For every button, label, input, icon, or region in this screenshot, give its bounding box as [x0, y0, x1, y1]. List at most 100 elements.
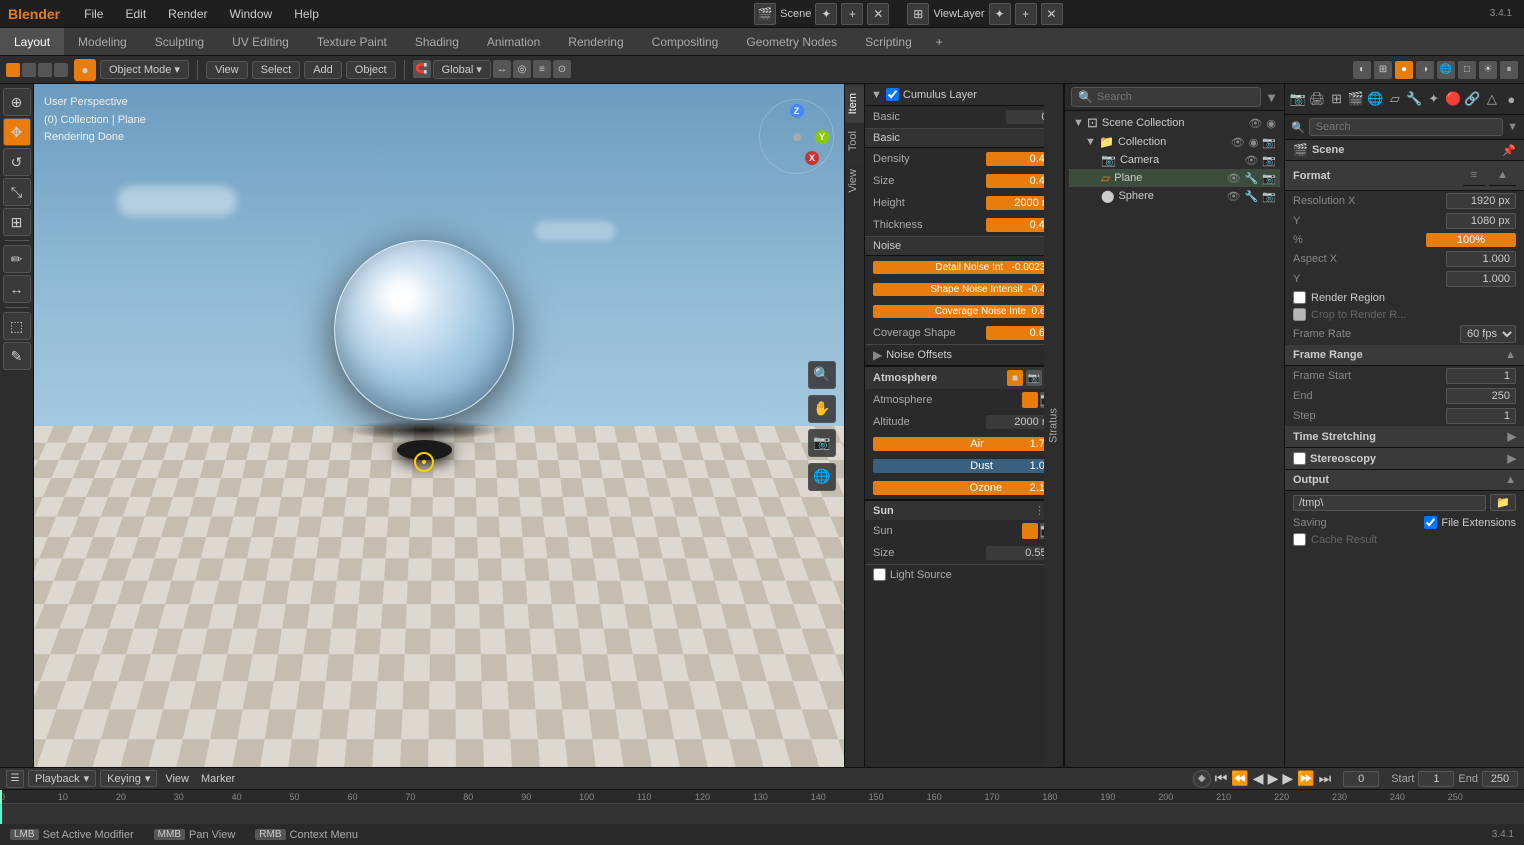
view-layer-btn[interactable]: ⊞ [907, 3, 929, 25]
plane-render[interactable]: 📷 [1262, 172, 1276, 185]
detail-noise-value[interactable]: Detail Noise Int -0.00238 [873, 261, 1056, 274]
material-props-icon[interactable]: ● [1503, 86, 1520, 112]
camera-render[interactable]: 📷 [1262, 154, 1276, 167]
next-frame-btn[interactable]: ⏩ [1297, 770, 1314, 787]
world-view-btn[interactable]: 🌐 [808, 463, 836, 491]
shading-solid-btn[interactable]: ● [1395, 61, 1413, 79]
next-keyframe-btn[interactable]: ▶ [1282, 770, 1293, 787]
zoom-in-btn[interactable]: 🔍 [808, 361, 836, 389]
overlay-icon[interactable]: ⊙ [553, 60, 571, 78]
stereoscopy-header[interactable]: Stereoscopy ▶ [1285, 448, 1524, 470]
plane-modifier[interactable]: 🔧 [1245, 172, 1259, 185]
constraints-props-icon[interactable]: 🔗 [1464, 86, 1481, 112]
collection-select[interactable]: ◉ [1249, 136, 1259, 149]
percentage-value[interactable]: 100% [1426, 233, 1516, 247]
atmosphere-icon-1[interactable] [1022, 392, 1038, 408]
viewport-shading-btn-3[interactable] [38, 63, 52, 77]
tab-rendering[interactable]: Rendering [554, 28, 637, 55]
cursor-tool[interactable]: ⊕ [3, 88, 31, 116]
render-pin-btn[interactable]: 📌 [1502, 144, 1516, 157]
key-icon[interactable]: ◆ [1193, 770, 1211, 788]
collection-render[interactable]: 📷 [1262, 136, 1276, 149]
output-path-browse-btn[interactable]: 📁 [1490, 494, 1516, 511]
add-menu[interactable]: Add [304, 61, 342, 79]
cumulus-layer-header[interactable]: ▼ Cumulus Layer [865, 84, 1064, 106]
object-props-icon[interactable]: ▱ [1386, 86, 1403, 112]
view-menu[interactable]: View [206, 61, 248, 79]
sphere-visibility[interactable]: 👁 [1227, 190, 1241, 203]
tab-shading[interactable]: Shading [401, 28, 473, 55]
particles-props-icon[interactable]: ✦ [1425, 86, 1442, 112]
tab-geometry-nodes[interactable]: Geometry Nodes [732, 28, 851, 55]
atmosphere-header[interactable]: Atmosphere ■ 📷 ⋮ [865, 365, 1064, 389]
measure-tool[interactable]: ↔ [3, 275, 31, 303]
frame-range-header[interactable]: Frame Range ▲ [1285, 345, 1524, 366]
scale-tool[interactable]: ⤡ [3, 178, 31, 206]
tab-scripting[interactable]: Scripting [851, 28, 926, 55]
render-region-checkbox[interactable] [1293, 291, 1306, 304]
tab-animation[interactable]: Animation [473, 28, 554, 55]
tab-layout[interactable]: Layout [0, 28, 64, 55]
view-layer-icon[interactable]: ✦ [989, 3, 1011, 25]
menu-help[interactable]: Help [286, 5, 327, 23]
viewport-overlay-btn[interactable]: ◐ [1353, 61, 1371, 79]
sun-render-icon[interactable] [1022, 523, 1038, 539]
scene-collection-select[interactable]: ◉ [1266, 117, 1276, 130]
noise-offsets-header[interactable]: ▶ Noise Offsets [865, 344, 1064, 365]
viewport-shading-btn-4[interactable] [54, 63, 68, 77]
viewport[interactable]: User Perspective (0) Collection | Plane … [34, 84, 864, 767]
timeline-view-menu[interactable]: View [161, 772, 193, 786]
collection-visibility[interactable]: 👁 [1231, 136, 1245, 149]
frame-rate-select[interactable]: 60 fps 30 fps 24 fps [1460, 325, 1516, 343]
snapping-options[interactable]: ≡ [533, 60, 551, 78]
current-frame-input[interactable] [1343, 771, 1379, 787]
end-frame-input[interactable] [1482, 771, 1518, 787]
atmosphere-camera-btn[interactable]: 📷 [1026, 370, 1042, 386]
rotate-tool[interactable]: ↺ [3, 148, 31, 176]
format-section-header[interactable]: Format ≡ ▲ [1285, 161, 1524, 191]
end-value[interactable]: 250 [1446, 388, 1516, 404]
outliner-filter-btn[interactable]: ▼ [1265, 90, 1278, 105]
render-search-input[interactable] [1309, 118, 1503, 136]
timeline-track[interactable] [0, 804, 1524, 824]
collection-item[interactable]: ▼ 📁 Collection 👁 ◉ 📷 [1069, 133, 1280, 151]
prev-keyframe-btn[interactable]: ◀ [1253, 770, 1264, 787]
camera-item[interactable]: 📷 Camera 👁 📷 [1069, 151, 1280, 169]
light-source-checkbox[interactable] [873, 568, 886, 581]
timeline-menu-btn[interactable]: ☰ [6, 770, 24, 788]
view-tab[interactable]: View [845, 160, 864, 201]
pan-btn[interactable]: ✋ [808, 395, 836, 423]
world-props-icon[interactable]: 🌐 [1367, 86, 1384, 112]
studio-lights-btn[interactable]: ☀ [1479, 61, 1497, 79]
menu-window[interactable]: Window [222, 5, 281, 23]
item-tab[interactable]: Item [845, 84, 864, 122]
modifier-props-icon[interactable]: 🔧 [1406, 86, 1423, 112]
sphere-item[interactable]: ⬤ Sphere 👁 🔧 📷 [1069, 187, 1280, 205]
prev-frame-btn[interactable]: ⏪ [1231, 770, 1248, 787]
render-search-dropdown[interactable]: ▼ [1507, 121, 1518, 133]
tool-tab[interactable]: Tool [845, 122, 864, 159]
physics-props-icon[interactable]: 🔴 [1444, 86, 1461, 112]
xray-btn[interactable]: ⊞ [1374, 61, 1392, 79]
time-stretching-header[interactable]: Time Stretching ▶ [1285, 426, 1524, 448]
add-grease-tool[interactable]: ✎ [3, 342, 31, 370]
select-menu[interactable]: Select [252, 61, 301, 79]
camera-view-btn[interactable]: 📷 [808, 429, 836, 457]
atmosphere-render-btn[interactable]: ■ [1007, 370, 1023, 386]
shading-wireframe-btn[interactable]: □ [1458, 61, 1476, 79]
saving-checkbox[interactable] [1424, 516, 1437, 529]
air-field[interactable]: Air 1.77 [873, 437, 1056, 451]
crop-render-checkbox[interactable] [1293, 308, 1306, 321]
plane-visibility[interactable]: 👁 [1227, 172, 1241, 185]
proportional-icon[interactable]: ◎ [513, 60, 531, 78]
outliner-search-input[interactable] [1097, 91, 1254, 103]
menu-render[interactable]: Render [160, 5, 215, 23]
transform-tool[interactable]: ⊞ [3, 208, 31, 236]
dust-field[interactable]: Dust 1.00 [873, 459, 1056, 473]
start-frame-input[interactable] [1418, 771, 1454, 787]
aspect-y-value[interactable]: 1.000 [1446, 271, 1516, 287]
sun-header[interactable]: Sun ⋮⋮ [865, 499, 1064, 520]
shape-noise-value[interactable]: Shape Noise Intensit -0.46 [873, 283, 1056, 296]
shading-material-btn[interactable]: ◑ [1416, 61, 1434, 79]
jump-start-btn[interactable]: ⏮ [1215, 770, 1228, 787]
